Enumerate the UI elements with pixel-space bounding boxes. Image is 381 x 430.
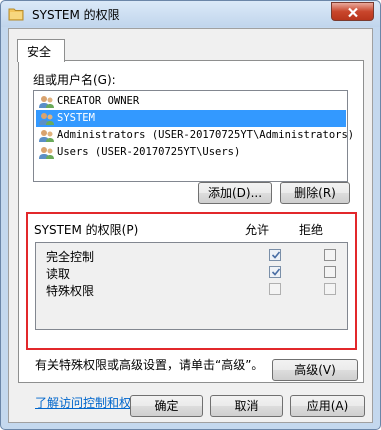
remove-button[interactable]: 删除(R) <box>280 182 350 204</box>
permission-name: 读取 <box>46 267 71 281</box>
deny-checkbox[interactable] <box>324 249 336 261</box>
permission-name: 完全控制 <box>46 250 95 264</box>
permission-row-full-control: 完全控制 <box>41 247 341 264</box>
user-name: CREATOR OWNER <box>57 95 140 107</box>
close-icon <box>348 7 358 18</box>
list-item-users[interactable]: Users (USER-20170725YT\Users) <box>36 144 346 161</box>
dialog-window: SYSTEM 的权限 安全 组或用户名(G): CREATOR OWNER SY… <box>0 0 381 430</box>
cancel-button[interactable]: 取消 <box>210 395 283 417</box>
permissions-table: 完全控制 读取 特殊权限 <box>35 242 348 330</box>
deny-checkbox[interactable] <box>324 266 336 278</box>
tab-security-label: 安全 <box>27 45 52 59</box>
permissions-header: SYSTEM 的权限(P) <box>34 223 139 237</box>
permission-name: 特殊权限 <box>46 284 95 298</box>
user-group-icon <box>39 130 54 142</box>
title-bar[interactable]: SYSTEM 的权限 <box>1 1 380 27</box>
deny-header: 拒绝 <box>299 223 324 237</box>
apply-button[interactable]: 应用(A) <box>290 395 365 417</box>
permission-row-special: 特殊权限 <box>41 281 341 298</box>
window-title: SYSTEM 的权限 <box>32 8 120 22</box>
allow-checkbox[interactable] <box>269 249 281 261</box>
ok-button[interactable]: 确定 <box>130 395 203 417</box>
check-icon <box>271 251 281 259</box>
user-name: SYSTEM <box>57 112 95 124</box>
close-button[interactable] <box>331 2 374 21</box>
add-button[interactable]: 添加(D)... <box>198 182 272 204</box>
user-group-icon <box>39 96 54 108</box>
deny-checkbox <box>324 283 336 295</box>
list-item-system[interactable]: SYSTEM <box>36 110 346 127</box>
tab-security[interactable]: 安全 <box>17 39 65 62</box>
user-name: Users (USER-20170725YT\Users) <box>57 146 241 158</box>
folder-icon <box>8 7 24 21</box>
user-name: Administrators (USER-20170725YT\Administ… <box>57 129 355 141</box>
permissions-group: SYSTEM 的权限(P) 允许 拒绝 完全控制 读取 特殊权限 <box>26 212 357 350</box>
groups-label: 组或用户名(G): <box>33 73 116 87</box>
security-panel: 组或用户名(G): CREATOR OWNER SYSTEM Administr… <box>18 60 364 410</box>
learn-access-control-link[interactable]: 了解访问控制和权限 <box>35 394 143 411</box>
list-item-creator-owner[interactable]: CREATOR OWNER <box>36 93 346 110</box>
advanced-note: 有关特殊权限或高级设置，请单击“高级”。 <box>35 358 264 372</box>
user-group-icon <box>39 147 54 159</box>
allow-header: 允许 <box>245 223 270 237</box>
dialog-client: 安全 组或用户名(G): CREATOR OWNER SYSTEM Admini… <box>8 28 373 423</box>
check-icon <box>271 268 281 276</box>
permission-row-read: 读取 <box>41 264 341 281</box>
users-list[interactable]: CREATOR OWNER SYSTEM Administrators (USE… <box>33 90 354 182</box>
allow-checkbox[interactable] <box>269 266 281 278</box>
allow-checkbox <box>269 283 281 295</box>
user-group-icon <box>39 113 54 125</box>
list-item-administrators[interactable]: Administrators (USER-20170725YT\Administ… <box>36 127 354 144</box>
advanced-button[interactable]: 高级(V) <box>272 359 358 381</box>
